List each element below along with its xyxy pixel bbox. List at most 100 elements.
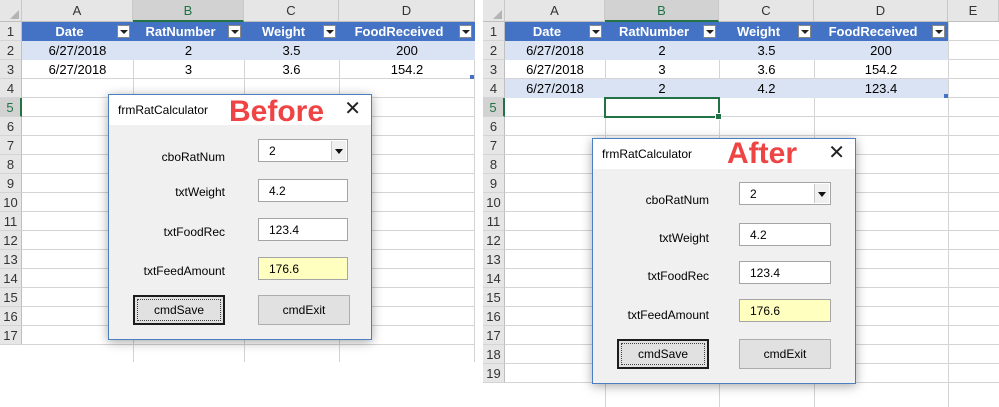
row-header[interactable]: 15 xyxy=(0,288,22,307)
save-button[interactable]: cmdSave xyxy=(617,339,709,369)
table-cell[interactable]: 154.2 xyxy=(814,60,948,79)
table-cell[interactable]: 2 xyxy=(605,79,719,98)
row-header[interactable]: 6 xyxy=(0,117,22,136)
exit-button[interactable]: cmdExit xyxy=(739,339,831,369)
column-header-e[interactable]: E xyxy=(948,0,999,22)
table-cell[interactable]: 6/27/2018 xyxy=(505,60,605,79)
rat-number-combo[interactable]: 2 xyxy=(739,182,831,205)
row-header[interactable]: 13 xyxy=(0,250,22,269)
feed-amount-field[interactable]: 176.6 xyxy=(258,257,348,280)
row-header[interactable]: 13 xyxy=(483,250,505,269)
table-header-date[interactable]: Date xyxy=(505,22,605,41)
column-header-b[interactable]: B xyxy=(605,0,719,22)
table-cell[interactable]: 3.5 xyxy=(244,41,339,60)
row-header[interactable]: 3 xyxy=(483,60,505,79)
table-cell[interactable]: 4.2 xyxy=(719,79,814,98)
table-cell[interactable]: 6/27/2018 xyxy=(22,60,133,79)
close-icon[interactable]: ✕ xyxy=(828,142,845,164)
row-header[interactable]: 4 xyxy=(483,79,505,98)
rat-number-combo[interactable]: 2 xyxy=(258,139,348,162)
row-header[interactable]: 9 xyxy=(483,174,505,193)
feed-amount-field[interactable]: 176.6 xyxy=(739,299,831,322)
table-header-foodreceived[interactable]: FoodReceived xyxy=(339,22,475,41)
table-header-foodreceived[interactable]: FoodReceived xyxy=(814,22,948,41)
row-header[interactable]: 12 xyxy=(0,231,22,250)
row-header[interactable]: 18 xyxy=(483,345,505,364)
table-header-date[interactable]: Date xyxy=(22,22,133,41)
table-cell[interactable]: 6/27/2018 xyxy=(505,79,605,98)
row-header[interactable]: 17 xyxy=(483,326,505,345)
row-header[interactable]: 8 xyxy=(483,155,505,174)
filter-dropdown-icon[interactable] xyxy=(323,25,336,38)
row-header[interactable]: 2 xyxy=(0,41,22,60)
table-cell[interactable]: 3 xyxy=(133,60,244,79)
row-header[interactable]: 17 xyxy=(0,326,22,345)
save-button[interactable]: cmdSave xyxy=(133,295,225,325)
row-header[interactable]: 19 xyxy=(483,364,505,383)
table-cell[interactable]: 200 xyxy=(814,41,948,60)
column-header-b[interactable]: B xyxy=(133,0,244,22)
column-header-a[interactable]: A xyxy=(505,0,605,22)
row-header[interactable]: 1 xyxy=(483,22,505,41)
column-header-a[interactable]: A xyxy=(22,0,133,22)
table-cell[interactable]: 3.5 xyxy=(719,41,814,60)
column-header-d[interactable]: D xyxy=(339,0,475,22)
row-header[interactable]: 16 xyxy=(0,307,22,326)
food-received-field[interactable]: 123.4 xyxy=(739,261,831,284)
row-header[interactable]: 4 xyxy=(0,79,22,98)
table-cell[interactable]: 6/27/2018 xyxy=(505,41,605,60)
weight-field[interactable]: 4.2 xyxy=(739,223,831,246)
row-header[interactable]: 5 xyxy=(0,98,22,117)
row-header[interactable]: 9 xyxy=(0,174,22,193)
row-header[interactable]: 11 xyxy=(0,212,22,231)
row-header[interactable]: 14 xyxy=(483,269,505,288)
table-header-weight[interactable]: Weight xyxy=(719,22,814,41)
row-header[interactable]: 6 xyxy=(483,117,505,136)
food-received-field[interactable]: 123.4 xyxy=(258,218,348,241)
row-header[interactable]: 8 xyxy=(0,155,22,174)
row-header[interactable]: 16 xyxy=(483,307,505,326)
select-all-corner[interactable] xyxy=(0,0,22,22)
dialog-title-bar[interactable]: frmRatCalculator ✕ xyxy=(593,139,855,169)
row-header[interactable]: 7 xyxy=(483,136,505,155)
row-header[interactable]: 10 xyxy=(0,193,22,212)
row-header[interactable]: 5 xyxy=(483,98,505,117)
exit-button[interactable]: cmdExit xyxy=(258,295,350,325)
row-header[interactable]: 3 xyxy=(0,60,22,79)
table-cell[interactable]: 154.2 xyxy=(339,60,475,79)
row-header[interactable]: 12 xyxy=(483,231,505,250)
table-cell[interactable]: 3.6 xyxy=(244,60,339,79)
column-header-c[interactable]: C xyxy=(719,0,814,22)
table-cell[interactable]: 2 xyxy=(605,41,719,60)
row-header[interactable]: 15 xyxy=(483,288,505,307)
filter-dropdown-icon[interactable] xyxy=(703,25,716,38)
select-all-corner[interactable] xyxy=(483,0,505,22)
table-cell[interactable]: 2 xyxy=(133,41,244,60)
row-header[interactable]: 7 xyxy=(0,136,22,155)
column-header-d[interactable]: D xyxy=(814,0,948,22)
table-cell[interactable]: 200 xyxy=(339,41,475,60)
table-header-ratnumber[interactable]: RatNumber xyxy=(133,22,244,41)
filter-dropdown-icon[interactable] xyxy=(589,25,602,38)
active-cell[interactable] xyxy=(604,97,722,120)
table-header-weight[interactable]: Weight xyxy=(244,22,339,41)
table-header-ratnumber[interactable]: RatNumber xyxy=(605,22,719,41)
weight-field[interactable]: 4.2 xyxy=(258,179,348,202)
table-cell[interactable]: 3 xyxy=(605,60,719,79)
row-header[interactable]: 1 xyxy=(0,22,22,41)
table-cell[interactable]: 3.6 xyxy=(719,60,814,79)
table-cell[interactable]: 123.4 xyxy=(814,79,948,98)
row-header[interactable]: 2 xyxy=(483,41,505,60)
close-icon[interactable]: ✕ xyxy=(344,98,361,120)
row-header[interactable]: 11 xyxy=(483,212,505,231)
filter-dropdown-icon[interactable] xyxy=(932,25,945,38)
filter-dropdown-icon[interactable] xyxy=(459,25,472,38)
filter-dropdown-icon[interactable] xyxy=(228,25,241,38)
filter-dropdown-icon[interactable] xyxy=(798,25,811,38)
chevron-down-icon[interactable] xyxy=(331,141,346,160)
chevron-down-icon[interactable] xyxy=(814,184,829,203)
row-header[interactable]: 10 xyxy=(483,193,505,212)
table-resize-handle[interactable] xyxy=(470,75,474,79)
table-resize-handle[interactable] xyxy=(944,94,948,98)
column-header-c[interactable]: C xyxy=(244,0,339,22)
